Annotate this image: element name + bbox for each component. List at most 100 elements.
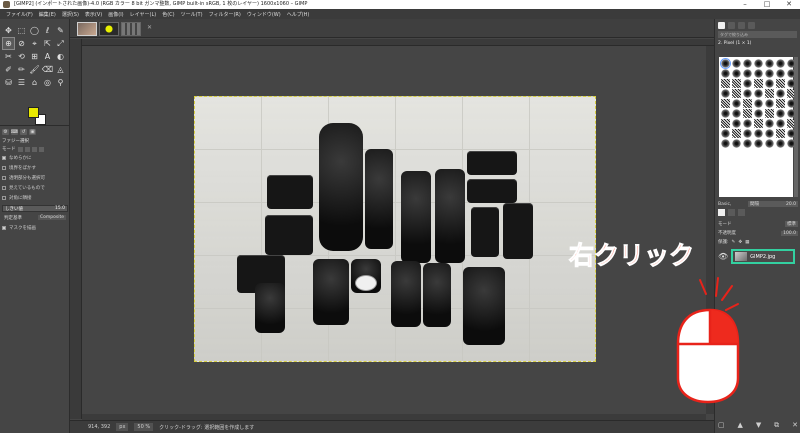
ink-tool-icon[interactable]: ✐ [3,64,14,75]
feather-option[interactable]: 境界をぼかす [0,163,70,173]
zoom-select[interactable]: 50 % [134,423,154,431]
brush-thumbnail[interactable] [743,119,752,128]
brush-thumbnail[interactable] [765,119,774,128]
channels-tab-icon[interactable] [728,209,735,216]
layer-entry-highlighted[interactable]: GIMP2.jpg [731,249,796,264]
select-transparent-option[interactable]: 透明部分も選択可 [0,173,70,183]
brush-thumbnail[interactable] [732,129,741,138]
pencil-tool-icon[interactable]: ✏ [16,64,27,75]
brush-thumbnail[interactable] [776,99,785,108]
brush-thumbnail[interactable] [754,59,763,68]
brush-thumbnail[interactable] [732,99,741,108]
patterns-tab-icon[interactable] [728,22,735,29]
cage-transform-tool-icon[interactable]: ⊞ [29,51,40,62]
brush-thumbnail[interactable] [765,89,774,98]
layer-row[interactable]: 👁 GIMP2.jpg [718,249,798,264]
text-tool-icon[interactable]: A [42,51,53,62]
brush-thumbnail[interactable] [721,129,730,138]
brush-thumbnail[interactable] [765,109,774,118]
brush-thumbnail[interactable] [743,109,752,118]
image-tab-1[interactable] [77,22,97,36]
brush-grid[interactable] [719,57,796,197]
close-tab-icon[interactable]: ✕ [147,24,152,31]
layer-mode-select[interactable]: 標準 [785,221,798,227]
menu-view[interactable]: 表示(V) [82,11,105,18]
eraser-tool-icon[interactable]: ⌫ [42,64,53,75]
unit-select[interactable]: px [116,423,129,431]
mode-replace-button[interactable] [17,146,23,152]
brush-thumbnail[interactable] [776,59,785,68]
brush-thumbnail[interactable] [743,79,752,88]
brush-thumbnail[interactable] [765,139,774,148]
brush-thumbnail[interactable] [754,139,763,148]
brush-thumbnail[interactable] [743,69,752,78]
horizontal-ruler[interactable] [82,39,714,46]
free-select-tool-icon[interactable]: ℓ [42,25,53,36]
brush-thumbnail[interactable] [721,99,730,108]
menu-windows[interactable]: ウィンドウ(W) [244,11,284,18]
raise-layer-icon[interactable]: ▲ [738,421,743,430]
mode-subtract-button[interactable] [31,146,37,152]
duplicate-layer-icon[interactable]: ⧉ [774,421,779,430]
diagonal-neighbors-checkbox[interactable] [2,196,6,200]
brush-thumbnail[interactable] [721,119,730,128]
brush-thumbnail[interactable] [765,79,774,88]
threshold-field[interactable]: しきい値 15.0 [2,205,68,212]
brush-thumbnail[interactable] [721,69,730,78]
paths-tab-icon[interactable] [738,209,745,216]
mode-add-button[interactable] [24,146,30,152]
brush-filter-input[interactable]: タグで絞り込み [718,31,797,38]
spacing-slider[interactable]: 間隔 20.0 [748,201,798,207]
menu-help[interactable]: ヘルプ(H) [284,11,313,18]
brush-thumbnail[interactable] [732,109,741,118]
brush-thumbnail[interactable] [732,69,741,78]
scissors-select-tool-icon[interactable]: ✂ [3,51,14,62]
antialias-option[interactable]: なめらかに [0,153,70,163]
brush-thumbnail[interactable] [754,79,763,88]
brush-thumbnail[interactable] [765,59,774,68]
brush-thumbnail[interactable] [721,109,730,118]
select-transparent-checkbox[interactable] [2,176,6,180]
draw-mask-checkbox[interactable] [2,226,6,230]
brush-thumbnail[interactable] [754,89,763,98]
delete-layer-icon[interactable]: ✕ [792,421,798,430]
paintbrush-tool-icon[interactable]: 🖌 [29,64,40,75]
menu-select[interactable]: 選択(S) [59,11,82,18]
heal-tool-icon[interactable]: ◎ [42,77,53,88]
paths-tool-icon[interactable]: ✎ [55,25,66,36]
brush-thumbnail[interactable] [732,59,741,68]
image-tab-2[interactable] [99,22,119,36]
brush-thumbnail[interactable] [765,69,774,78]
lock-position-icon[interactable]: ✥ [738,240,742,245]
brush-thumbnail[interactable] [776,129,785,138]
new-layer-icon[interactable]: ▢ [718,421,725,430]
brush-thumbnail[interactable] [776,79,785,88]
brush-thumbnail[interactable] [776,139,785,148]
warp-tool-icon[interactable]: ☰ [16,77,27,88]
brush-thumbnail[interactable] [776,69,785,78]
brush-thumbnail[interactable] [732,89,741,98]
images-tab-icon[interactable]: ▣ [29,129,36,135]
menu-tools[interactable]: ツール(T) [178,11,206,18]
fuzzy-select-tool-icon[interactable]: ⊕ [2,37,15,50]
brush-thumbnail[interactable] [743,89,752,98]
brush-thumbnail[interactable] [754,69,763,78]
brush-thumbnail[interactable] [732,139,741,148]
menu-filters[interactable]: フィルター(R) [206,11,244,18]
smudge-tool-icon[interactable]: ◬ [55,64,66,75]
opacity-slider[interactable]: 100.0 [781,230,798,236]
ellipse-select-tool-icon[interactable]: ◯ [29,25,40,36]
draw-mask-option[interactable]: マスクを描画 [0,223,70,233]
antialias-checkbox[interactable] [2,156,6,160]
brush-thumbnail[interactable] [720,58,731,69]
undo-history-tab-icon[interactable]: ↺ [20,129,27,135]
foreground-color-swatch[interactable] [28,107,39,118]
image-tab-3[interactable] [121,22,141,36]
brush-thumbnail[interactable] [754,119,763,128]
menu-colors[interactable]: 色(C) [159,11,177,18]
feather-checkbox[interactable] [2,166,6,170]
maximize-button[interactable]: □ [756,0,778,9]
gradient-tool-icon[interactable]: ◐ [55,51,66,62]
brush-thumbnail[interactable] [776,119,785,128]
crop-tool-icon[interactable]: ⌖ [29,38,40,49]
